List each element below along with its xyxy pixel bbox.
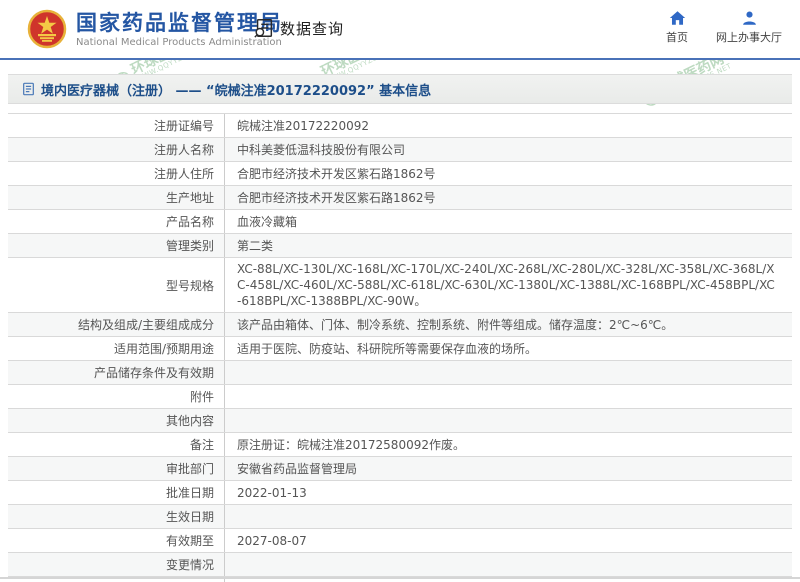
row-label: 备注	[8, 433, 225, 456]
table-row: 生产地址 合肥市经济技术开发区紫石路1862号	[8, 186, 792, 210]
row-label: 注册人名称	[8, 138, 225, 161]
table-row: 注册人名称 中科美菱低温科技股份有限公司	[8, 138, 792, 162]
nmpa-emblem-icon	[26, 7, 68, 51]
table-row: 审批部门 安徽省药品监督管理局	[8, 457, 792, 481]
row-value: 原注册证：皖械注准20172580092作废。	[225, 433, 792, 456]
home-icon	[669, 10, 686, 26]
row-label: 审批部门	[8, 457, 225, 480]
table-row: 产品储存条件及有效期	[8, 361, 792, 385]
nav-online-hall[interactable]: 网上办事大厅	[716, 10, 782, 45]
table-row: 其他内容	[8, 409, 792, 433]
row-label: 生效日期	[8, 505, 225, 528]
data-query-icon	[253, 17, 275, 39]
table-row: 备注 原注册证：皖械注准20172580092作废。	[8, 433, 792, 457]
row-label: 适用范围/预期用途	[8, 337, 225, 360]
row-value: 血液冷藏箱	[225, 210, 792, 233]
row-label: 型号规格	[8, 258, 225, 312]
row-label: 产品名称	[8, 210, 225, 233]
row-label: 生产地址	[8, 186, 225, 209]
logo-text: 国家药品监督管理局 National Medical Products Admi…	[76, 10, 283, 48]
row-value: 中科美菱低温科技股份有限公司	[225, 138, 792, 161]
page: 环球医药网WWW.QQYYZS.NET 环球医药网WWW.QQYYZS.NET …	[0, 0, 800, 582]
row-value	[225, 361, 792, 384]
row-value: XC-88L/XC-130L/XC-168L/XC-170L/XC-240L/X…	[225, 258, 792, 312]
row-value: 合肥市经济技术开发区紫石路1862号	[225, 162, 792, 185]
row-value	[225, 409, 792, 432]
table-row: 适用范围/预期用途 适用于医院、防疫站、科研院所等需要保存血液的场所。	[8, 337, 792, 361]
header: 国家药品监督管理局 National Medical Products Admi…	[0, 0, 800, 58]
table-row: 有效期至 2027-08-07	[8, 529, 792, 553]
site-subtitle: National Medical Products Administration	[76, 37, 283, 48]
row-label: 注册人住所	[8, 162, 225, 185]
row-value: 适用于医院、防疫站、科研院所等需要保存血液的场所。	[225, 337, 792, 360]
table-row: 附件	[8, 385, 792, 409]
row-value	[225, 553, 792, 576]
row-value: 安徽省药品监督管理局	[225, 457, 792, 480]
row-label: 变更情况	[8, 553, 225, 576]
data-query-tab[interactable]: 数据查询	[253, 17, 344, 39]
registration-info-table: 注册证编号 皖械注准20172220092 注册人名称 中科美菱低温科技股份有限…	[8, 113, 792, 582]
header-divider	[0, 58, 800, 60]
row-value	[225, 385, 792, 408]
document-icon	[22, 82, 35, 96]
nav-home[interactable]: 首页	[666, 10, 688, 45]
row-value: 合肥市经济技术开发区紫石路1862号	[225, 186, 792, 209]
row-label: 附件	[8, 385, 225, 408]
row-label: 批准日期	[8, 481, 225, 504]
table-row: 生效日期	[8, 505, 792, 529]
table-row: 结构及组成/主要组成成分 该产品由箱体、门体、制冷系统、控制系统、附件等组成。储…	[8, 313, 792, 337]
row-label: 有效期至	[8, 529, 225, 552]
data-query-label: 数据查询	[280, 18, 344, 39]
table-row: 注册人住所 合肥市经济技术开发区紫石路1862号	[8, 162, 792, 186]
site-title: 国家药品监督管理局	[76, 10, 283, 36]
top-nav: 首页 网上办事大厅	[666, 10, 782, 45]
logo-link[interactable]: 国家药品监督管理局 National Medical Products Admi…	[26, 7, 283, 51]
row-label: 结构及组成/主要组成成分	[8, 313, 225, 336]
table-row: 变更情况	[8, 553, 792, 577]
page-title: 境内医疗器械（注册） —— “皖械注准20172220092” 基本信息	[41, 80, 431, 99]
row-value: 2027-08-07	[225, 529, 792, 552]
row-label: 其他内容	[8, 409, 225, 432]
section-bar: 境内医疗器械（注册） —— “皖械注准20172220092” 基本信息	[8, 74, 792, 104]
row-value: 皖械注准20172220092	[225, 114, 792, 137]
row-value: 该产品由箱体、门体、制冷系统、控制系统、附件等组成。储存温度：2℃~6℃。	[225, 313, 792, 336]
user-icon	[741, 10, 758, 26]
table-row: 批准日期 2022-01-13	[8, 481, 792, 505]
table-row: 注册证编号 皖械注准20172220092	[8, 114, 792, 138]
row-label: 管理类别	[8, 234, 225, 257]
table-row: 产品名称 血液冷藏箱	[8, 210, 792, 234]
row-value	[225, 505, 792, 528]
row-label: 注册证编号	[8, 114, 225, 137]
page-bottom-divider	[0, 577, 800, 579]
row-value: 第二类	[225, 234, 792, 257]
table-row: 型号规格 XC-88L/XC-130L/XC-168L/XC-170L/XC-2…	[8, 258, 792, 313]
row-label: 产品储存条件及有效期	[8, 361, 225, 384]
row-value: 2022-01-13	[225, 481, 792, 504]
table-row: 管理类别 第二类	[8, 234, 792, 258]
